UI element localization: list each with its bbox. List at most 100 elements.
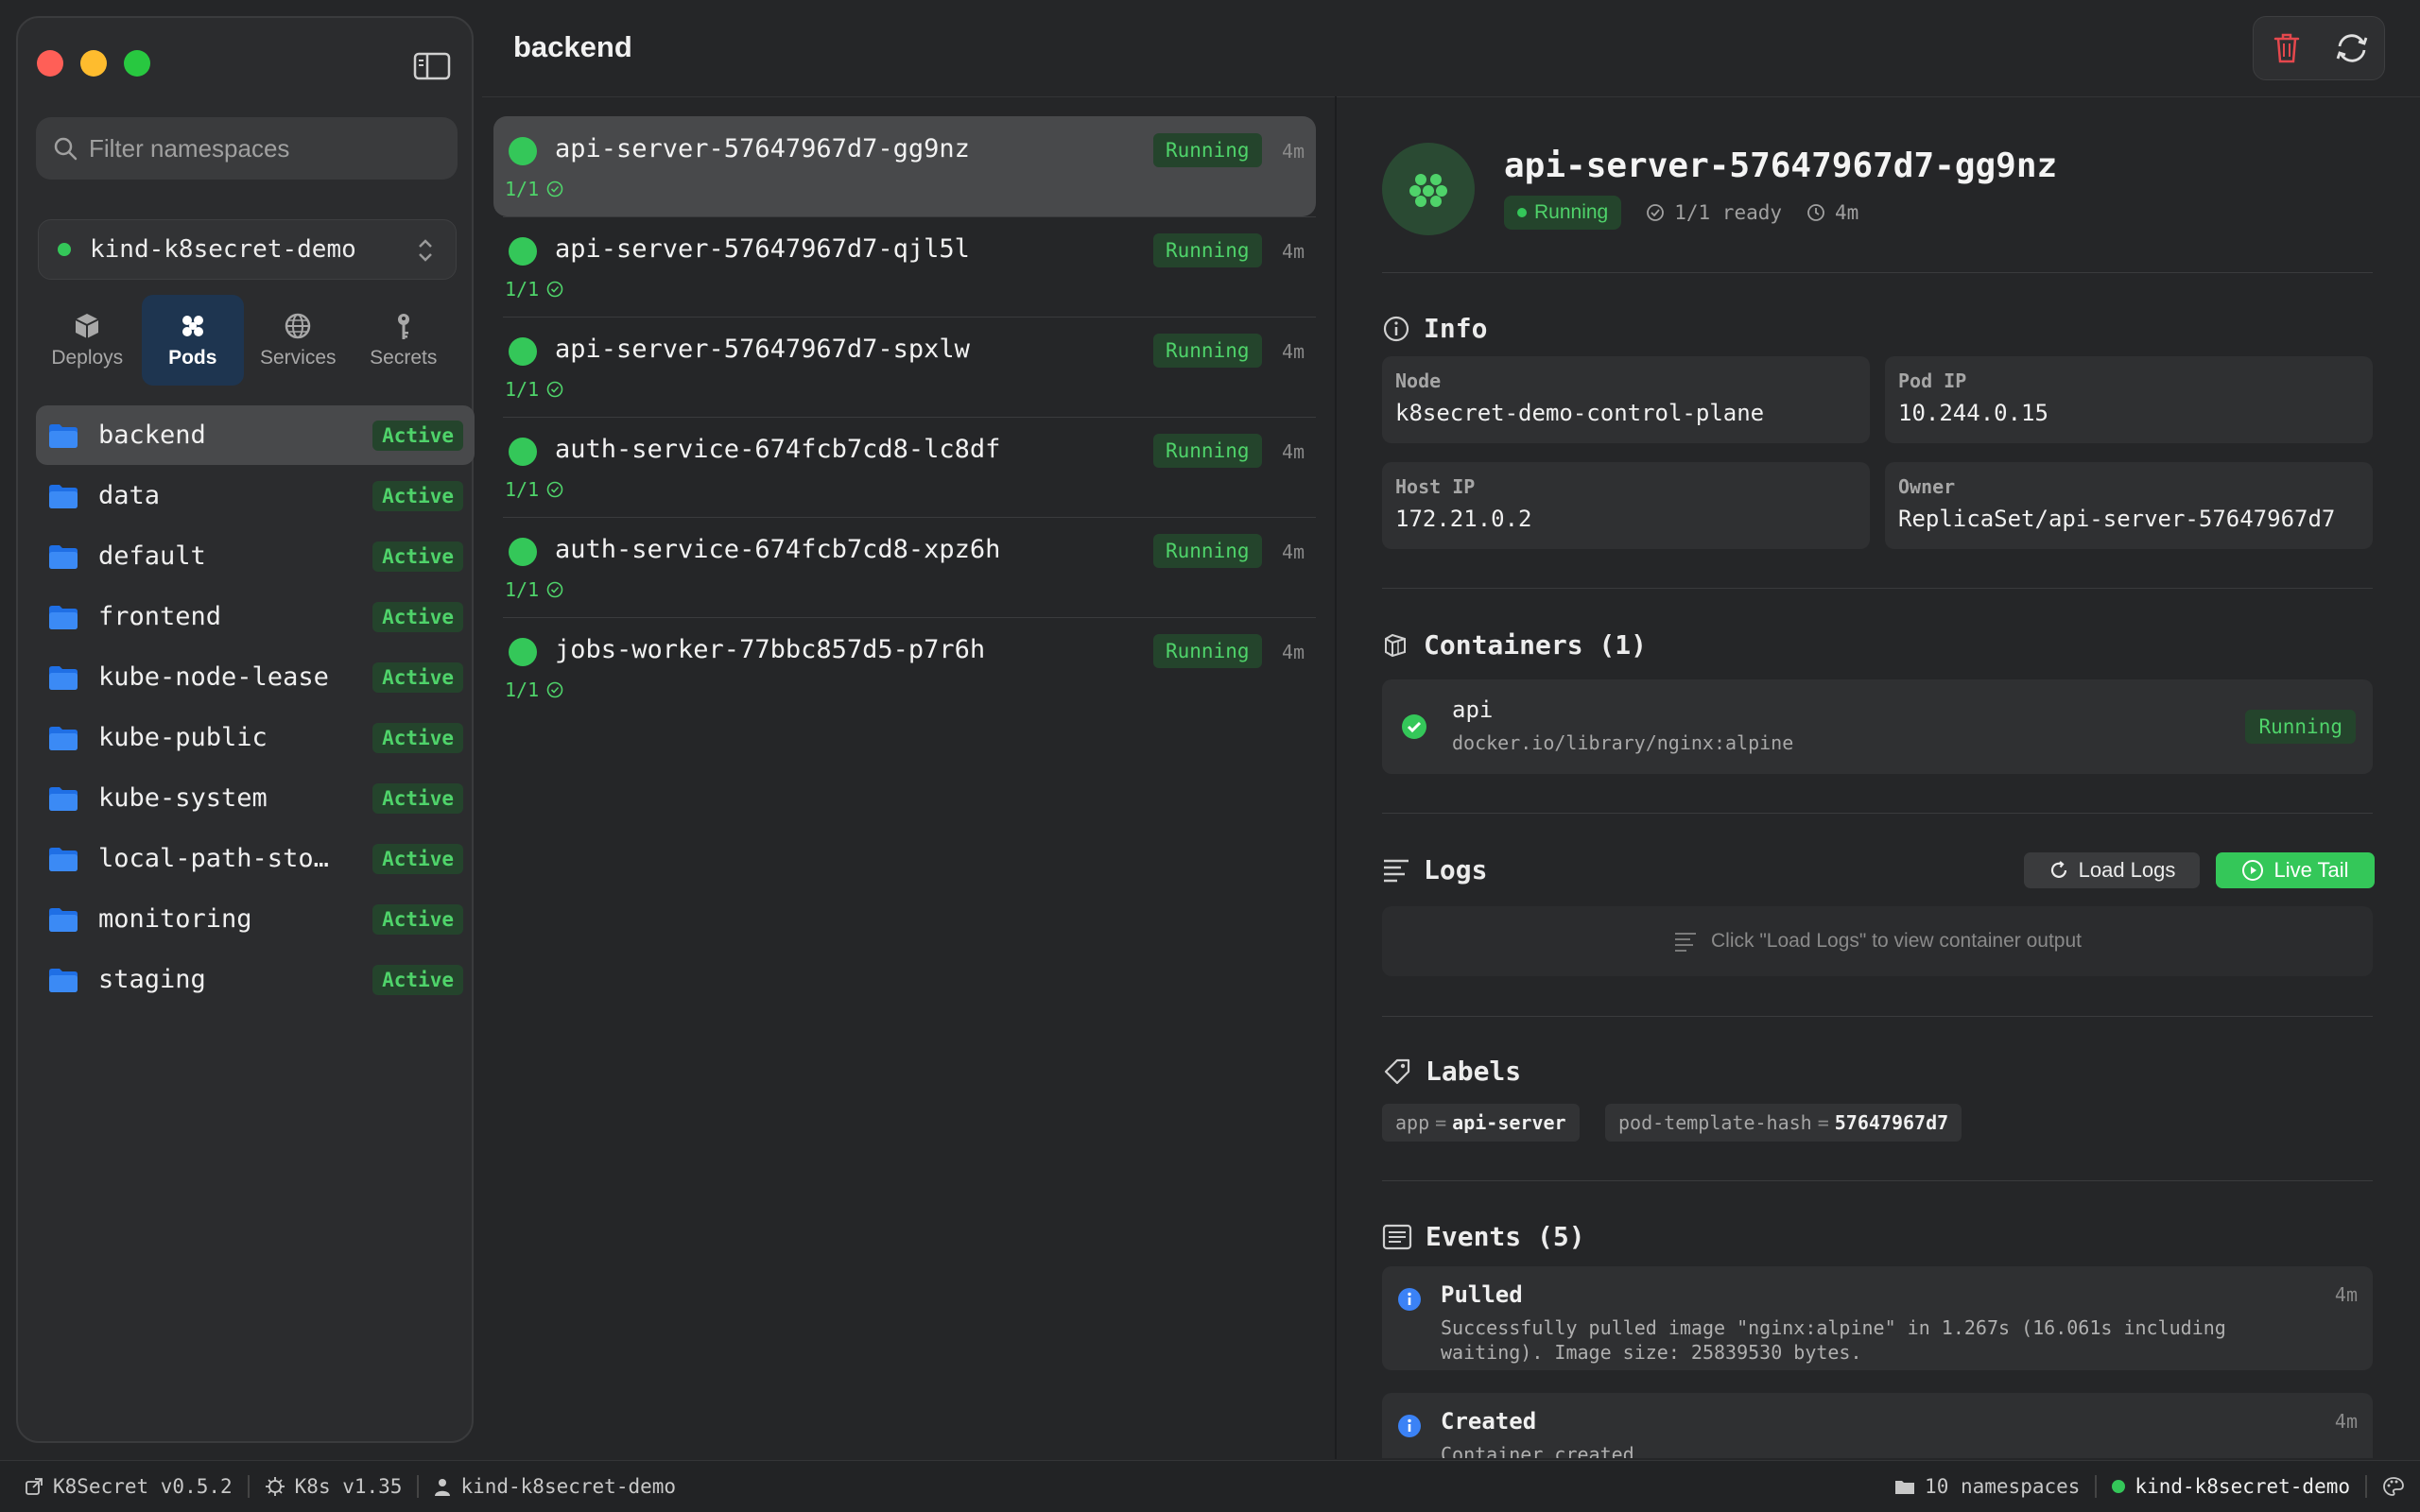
namespace-filter[interactable] — [36, 117, 458, 180]
pod-ready: 1/1 — [505, 378, 563, 401]
namespace-item[interactable]: frontend Active — [36, 587, 475, 646]
sidebar-toggle-icon[interactable] — [413, 52, 451, 80]
divider — [1382, 1016, 2373, 1017]
check-circle-icon — [546, 381, 563, 398]
namespace-status-badge: Active — [372, 541, 463, 572]
pod-status-dot — [509, 337, 537, 366]
folder-icon — [49, 605, 78, 629]
pod-row[interactable]: jobs-worker-77bbc857d5-p7r6h 1/1 Running 4m — [493, 617, 1316, 717]
folder-icon — [49, 726, 78, 750]
pod-row[interactable]: auth-service-674fcb7cd8-xpz6h 1/1 Running 4… — [493, 517, 1316, 618]
namespace-status-badge: Active — [372, 965, 463, 995]
lines-icon — [1384, 859, 1409, 882]
namespace-name: staging — [98, 965, 206, 994]
event-age: 4m — [2334, 1410, 2358, 1433]
delete-button[interactable] — [2254, 17, 2319, 79]
tab-pods[interactable]: Pods — [141, 295, 244, 386]
namespace-status-badge: Active — [372, 602, 463, 632]
cubes-icon — [1385, 633, 1406, 657]
page-title: backend — [513, 30, 632, 63]
container-card[interactable]: api docker.io/library/nginx:alpine Runni… — [1382, 679, 2373, 774]
pod-status-badge: Running — [1153, 334, 1262, 368]
context-selector[interactable]: kind-k8secret-demo — [38, 210, 457, 301]
namespace-item[interactable]: backend Active — [36, 405, 475, 465]
label-chip: app = api-server — [1382, 1104, 1580, 1142]
pod-row[interactable]: auth-service-674fcb7cd8-lc8df 1/1 Running 4… — [493, 417, 1316, 518]
tab-services[interactable]: Services — [247, 295, 350, 386]
container-status-badge: Running — [2245, 710, 2356, 744]
namespace-status-badge: Active — [372, 904, 463, 935]
labels-section-title: Labels — [1382, 1056, 1521, 1087]
namespace-item[interactable]: kube-system Active — [36, 768, 475, 828]
close-window-button[interactable] — [37, 50, 63, 77]
status-badge: Running — [1504, 196, 1622, 230]
folder-icon — [1895, 1481, 1915, 1494]
load-logs-button[interactable]: Load Logs — [2024, 852, 2200, 888]
reload-icon — [2050, 861, 2066, 878]
namespace-item[interactable]: local-path-sto… Active — [36, 829, 475, 888]
current-user: kind-k8secret-demo — [434, 1475, 676, 1498]
refresh-button[interactable] — [2319, 17, 2384, 79]
divider — [1382, 588, 2373, 589]
check-circle-icon — [546, 180, 563, 198]
namespace-status-badge: Active — [372, 723, 463, 753]
pods-icon — [182, 316, 203, 336]
check-circle-icon — [546, 681, 563, 698]
folder-icon — [49, 968, 78, 992]
pod-row[interactable]: api-server-57647967d7-qjl5l 1/1 Running 4m — [493, 216, 1316, 318]
namespace-item[interactable]: kube-node-lease Active — [36, 647, 475, 707]
namespace-item[interactable]: data Active — [36, 466, 475, 525]
tab-secrets[interactable]: Secrets — [353, 295, 456, 386]
namespace-item[interactable]: staging Active — [36, 950, 475, 1009]
cube-icon — [75, 314, 99, 338]
info-section-title: Info — [1382, 313, 1487, 344]
palette-icon — [2383, 1477, 2404, 1496]
pod-status-dot — [509, 638, 537, 666]
sidebar: kind-k8secret-demo Deploys Pods Services… — [16, 16, 475, 1443]
zoom-window-button[interactable] — [124, 50, 150, 77]
pod-name: jobs-worker-77bbc857d5-p7r6h — [555, 635, 986, 664]
pod-status-badge: Running — [1153, 634, 1262, 668]
logs-output: Click "Load Logs" to view container outp… — [1382, 906, 2373, 976]
minimize-window-button[interactable] — [80, 50, 107, 77]
container-image: docker.io/library/nginx:alpine — [1452, 731, 1794, 754]
check-circle-icon — [546, 581, 563, 598]
pod-name: api-server-57647967d7-spxlw — [555, 335, 970, 364]
divider — [1382, 272, 2373, 273]
pod-age: 4m — [1282, 240, 1305, 263]
tab-deploys[interactable]: Deploys — [36, 295, 139, 386]
event-message: Successfully pulled image "nginx:alpine"… — [1441, 1316, 2226, 1364]
pod-meta: Running 1/1 ready 4m — [1504, 196, 1858, 230]
event-title: Created — [1441, 1408, 1537, 1435]
live-tail-button[interactable]: Live Tail — [2216, 852, 2375, 888]
namespace-item[interactable]: kube-public Active — [36, 708, 475, 767]
namespace-count: 10 namespaces — [1894, 1475, 2080, 1498]
namespace-filter-input[interactable] — [89, 133, 448, 163]
pod-status-dot — [509, 538, 537, 566]
namespace-name: kube-public — [98, 723, 268, 752]
pod-age: 4m — [1282, 641, 1305, 663]
namespace-item[interactable]: monitoring Active — [36, 889, 475, 949]
check-circle-icon — [1402, 714, 1426, 739]
theme-button[interactable] — [2382, 1476, 2405, 1497]
check-circle-icon — [546, 281, 563, 298]
pod-row[interactable]: api-server-57647967d7-spxlw 1/1 Running 4m — [493, 317, 1316, 418]
folder-icon — [49, 786, 78, 811]
info-circle-icon — [1398, 1415, 1421, 1437]
info-owner: Owner ReplicaSet/api-server-57647967d7 — [1885, 462, 2373, 549]
event-message: Container created — [1441, 1443, 1634, 1458]
current-context[interactable]: kind-k8secret-demo — [2112, 1475, 2350, 1498]
info-pod-ip: Pod IP 10.244.0.15 — [1885, 356, 2373, 443]
pod-row[interactable]: api-server-57647967d7-gg9nz 1/1 Running 4m — [493, 116, 1316, 217]
namespace-name: data — [98, 481, 161, 510]
namespace-item[interactable]: default Active — [36, 526, 475, 586]
check-circle-icon — [1647, 204, 1665, 221]
logs-section-title: Logs — [1382, 854, 1487, 885]
event-item[interactable]: Created Container created 4m — [1382, 1393, 2373, 1458]
info-host-ip: Host IP 172.21.0.2 — [1382, 462, 1870, 549]
event-item[interactable]: Pulled Successfully pulled image "nginx:… — [1382, 1266, 2373, 1370]
divider — [1382, 813, 2373, 814]
list-icon — [1382, 1224, 1412, 1249]
folder-icon — [49, 665, 78, 690]
namespace-status-badge: Active — [372, 481, 463, 511]
